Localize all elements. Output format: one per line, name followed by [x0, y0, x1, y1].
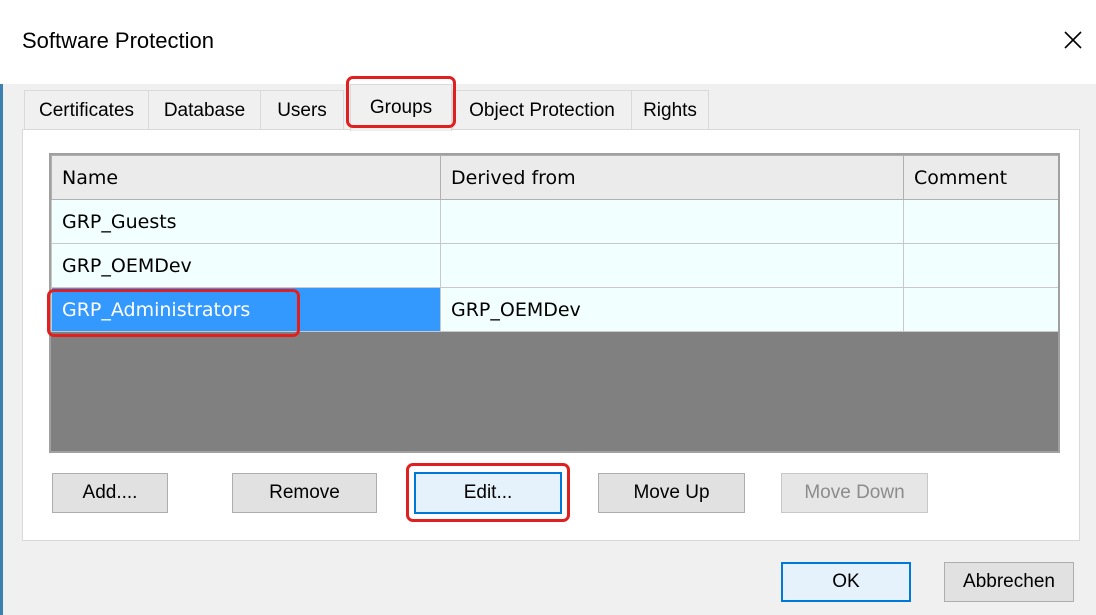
move-down-button-label: Move Down: [804, 482, 905, 503]
table-row[interactable]: GRP_Guests: [51, 199, 1058, 244]
derived-from-cell[interactable]: [440, 199, 904, 244]
name-cell[interactable]: GRP_OEMDev: [51, 243, 441, 288]
comment-cell[interactable]: [903, 287, 1058, 332]
ok-button-label: OK: [832, 571, 860, 592]
comment-cell[interactable]: [903, 199, 1058, 244]
derived-from-cell[interactable]: [440, 243, 904, 288]
move-down-button[interactable]: Move Down: [781, 473, 928, 513]
column-header-derived-from[interactable]: Derived from: [440, 155, 904, 200]
derived-from-cell[interactable]: GRP_OEMDev: [440, 287, 904, 332]
move-up-button[interactable]: Move Up: [598, 473, 745, 513]
tab-label: Rights: [643, 99, 697, 121]
tab-certificates[interactable]: Certificates: [24, 90, 149, 130]
add-button[interactable]: Add....: [52, 473, 168, 513]
cancel-button[interactable]: Abbrechen: [944, 562, 1074, 602]
selected-row-highlight: [47, 289, 300, 337]
window-edge: [0, 84, 3, 615]
tab-rights[interactable]: Rights: [631, 90, 709, 130]
groups-tab-highlight: [346, 76, 456, 128]
grid-header-row: Name Derived from Comment: [51, 155, 1058, 200]
remove-button[interactable]: Remove: [232, 473, 377, 513]
close-icon: [1064, 31, 1082, 49]
tab-label: Users: [277, 99, 327, 121]
tab-object-protection[interactable]: Object Protection: [452, 90, 632, 130]
table-row[interactable]: GRP_OEMDev: [51, 243, 1058, 288]
column-header-comment[interactable]: Comment: [903, 155, 1058, 200]
column-header-name[interactable]: Name: [51, 155, 441, 200]
remove-button-label: Remove: [269, 482, 340, 503]
window-title: Software Protection: [22, 28, 214, 53]
edit-button-highlight: [406, 463, 570, 522]
add-button-label: Add....: [82, 482, 138, 503]
close-button[interactable]: [1050, 14, 1096, 66]
name-cell[interactable]: GRP_Guests: [51, 199, 441, 244]
tab-label: Object Protection: [469, 99, 615, 121]
ok-button[interactable]: OK: [781, 562, 911, 602]
tab-label: Certificates: [38, 99, 135, 121]
cancel-button-label: Abbrechen: [963, 571, 1055, 592]
tab-users[interactable]: Users: [260, 90, 344, 130]
tab-label: Database: [163, 99, 246, 121]
move-up-button-label: Move Up: [633, 482, 710, 503]
tab-database[interactable]: Database: [148, 90, 261, 130]
title-bar: Software Protection: [0, 0, 1096, 84]
comment-cell[interactable]: [903, 243, 1058, 288]
